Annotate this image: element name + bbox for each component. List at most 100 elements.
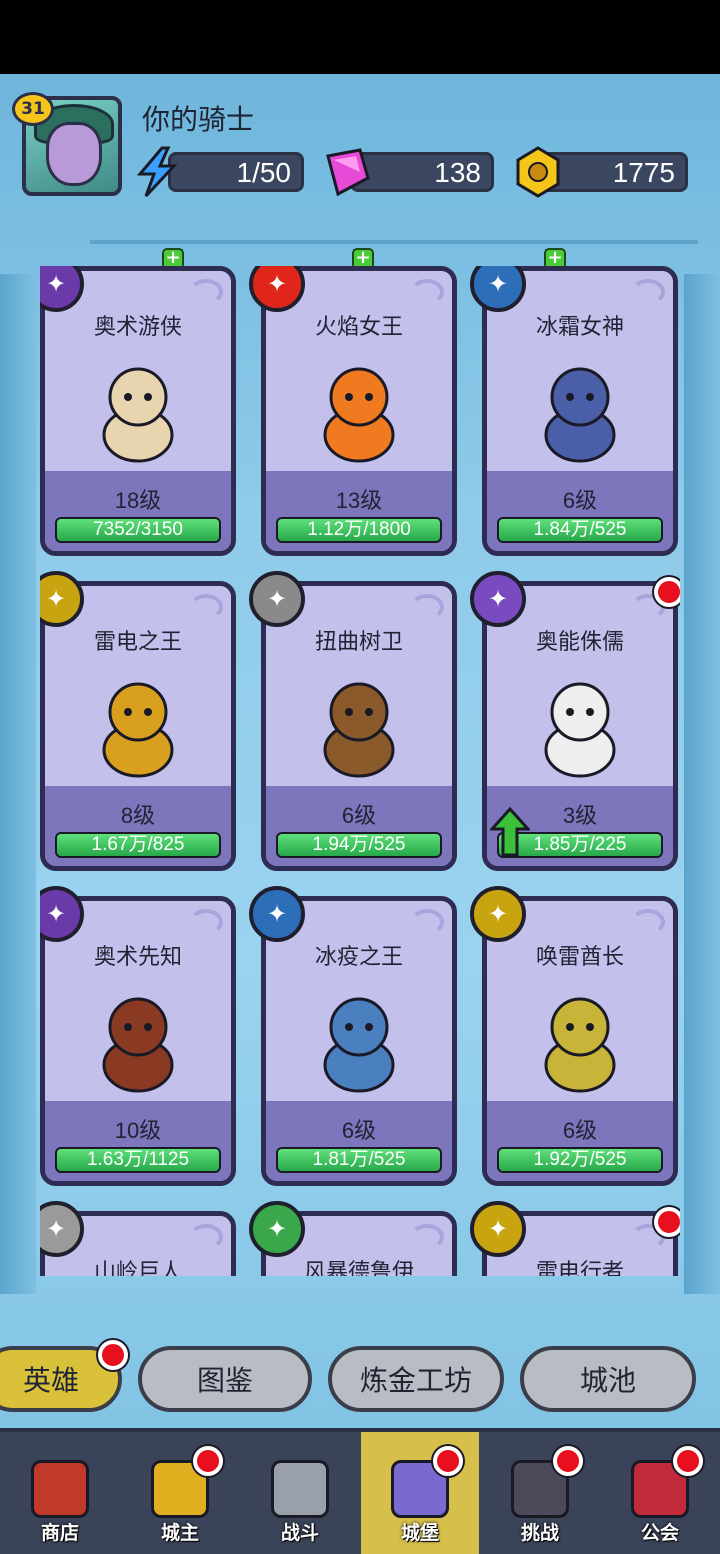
level-up-arrow-icon — [490, 807, 530, 857]
hero-shard-progress-bar: 1.81万/525 — [276, 1147, 442, 1173]
nav-item-demon[interactable]: 挑战 — [481, 1432, 599, 1554]
stone-icon: ✦ — [249, 571, 305, 627]
nav-label: 商店 — [40, 1523, 79, 1544]
hero-level: 6级 — [562, 488, 598, 513]
hero-card[interactable]: 唤雷酋长 6级 1.92万/525 — [482, 896, 678, 1186]
avatar-face — [46, 122, 102, 186]
ice-crystal-icon: ✦ — [249, 886, 305, 942]
gem-value: 138 — [434, 157, 481, 188]
hero-card[interactable]: 扭曲树卫 6级 1.94万/525 — [261, 581, 457, 871]
hero-shard-progress-text: 1.92万/525 — [533, 1149, 627, 1170]
hero-grid: 奥术游侠 18级 7352/3150 ✦ 火焰女王 13级 1.12万/1800… — [40, 266, 680, 1276]
hero-portrait-icon — [323, 367, 395, 463]
hero-portrait-icon — [544, 367, 616, 463]
tab-city[interactable]: 城池 — [520, 1346, 696, 1412]
tab-codex-label: 图鉴 — [196, 1365, 253, 1396]
left-pillar — [0, 274, 36, 1294]
header-divider — [90, 240, 698, 244]
swirl-ornament-icon — [410, 279, 444, 305]
hero-portrait-icon — [102, 367, 174, 463]
hero-shard-progress-bar: 1.94万/525 — [276, 832, 442, 858]
gold-value: 1775 — [612, 157, 675, 188]
hero-portrait-icon — [323, 682, 395, 778]
nav-notification-dot — [193, 1446, 223, 1476]
tab-heroes-label: 英雄 — [22, 1365, 79, 1396]
bottom-navigation: 商店 城主 战斗 城堡 挑战 公会 — [0, 1428, 720, 1554]
crossed-swords-icon — [271, 1460, 329, 1518]
hero-level: 6级 — [341, 1118, 377, 1143]
hero-notification-dot — [654, 1207, 680, 1237]
swirl-ornament-icon — [410, 594, 444, 620]
hero-name: 唤雷酋长 — [535, 944, 624, 969]
hero-portrait-icon — [544, 997, 616, 1093]
hero-portrait-icon — [544, 682, 616, 778]
hero-portrait-icon — [102, 997, 174, 1093]
nav-notification-dot — [433, 1446, 463, 1476]
hero-level: 13级 — [335, 488, 383, 513]
hero-shard-progress-text: 1.94万/525 — [312, 834, 406, 855]
hero-shard-progress-bar: 1.12万/1800 — [276, 517, 442, 543]
nav-label: 公会 — [640, 1523, 679, 1544]
gem-icon — [326, 148, 370, 197]
hero-name: 奥术游侠 — [93, 314, 182, 339]
player-level-badge: 31 — [12, 92, 54, 126]
castle-screen: 31 你的骑士 1/50 + 138 + 1775 + 奥术游侠 18级 735… — [0, 74, 720, 1554]
hero-level: 18级 — [114, 488, 162, 513]
right-pillar — [684, 274, 720, 1294]
wind-icon: ✦ — [249, 1201, 305, 1257]
hero-card[interactable]: 雷电之王 8级 1.67万/825 — [40, 581, 236, 871]
hero-card[interactable]: 奥术先知 10级 1.63万/1125 — [40, 896, 236, 1186]
hero-shard-progress-bar: 1.92万/525 — [497, 1147, 663, 1173]
hero-card[interactable]: 火焰女王 13级 1.12万/1800 — [261, 266, 457, 556]
hero-name: 扭曲树卫 — [314, 629, 403, 654]
hero-name: 风暴德鲁伊 — [303, 1259, 414, 1276]
tab-alchemy-label: 炼金工坊 — [359, 1365, 472, 1396]
tab-heroes-notification-dot — [98, 1340, 128, 1370]
energy-value: 1/50 — [236, 157, 292, 188]
nav-item-guild-banner[interactable]: 公会 — [601, 1432, 719, 1554]
nav-label: 城堡 — [400, 1523, 439, 1544]
hero-name: 火焰女王 — [314, 314, 403, 339]
lightning-icon: ✦ — [470, 886, 526, 942]
hero-level: 10级 — [114, 1118, 162, 1143]
hero-shard-progress-text: 1.84万/525 — [533, 519, 627, 540]
hero-name: 雷电之王 — [93, 629, 182, 654]
hero-card[interactable]: 冰霜女神 6级 1.84万/525 — [482, 266, 678, 556]
hero-name: 冰霜女神 — [535, 314, 624, 339]
hero-name: 雷电行者 — [535, 1259, 624, 1276]
hero-portrait-icon — [323, 997, 395, 1093]
hero-level: 6级 — [562, 1118, 598, 1143]
swirl-ornament-icon — [189, 279, 223, 305]
nav-label: 城主 — [160, 1523, 199, 1544]
nav-notification-dot — [673, 1446, 703, 1476]
nav-item-castle[interactable]: 城堡 — [361, 1432, 479, 1554]
tab-codex[interactable]: 图鉴 — [138, 1346, 312, 1412]
hero-shard-progress-bar: 1.63万/1125 — [55, 1147, 221, 1173]
tab-city-label: 城池 — [579, 1365, 636, 1396]
hero-notification-dot — [654, 577, 680, 607]
hero-level: 6级 — [341, 803, 377, 828]
lightning-icon: ✦ — [470, 1201, 526, 1257]
hero-card[interactable]: 奥术游侠 18级 7352/3150 — [40, 266, 236, 556]
swirl-ornament-icon — [410, 1224, 444, 1250]
hero-name: 冰疫之王 — [314, 944, 403, 969]
hero-name: 奥能侏儒 — [535, 629, 624, 654]
hero-shard-progress-bar: 7352/3150 — [55, 517, 221, 543]
hero-name: 奥术先知 — [93, 944, 182, 969]
hero-level: 8级 — [120, 803, 156, 828]
hero-shard-progress-text: 1.81万/525 — [312, 1149, 406, 1170]
hero-name: 山岭巨人 — [93, 1259, 182, 1276]
arcane-claw-icon: ✦ — [470, 571, 526, 627]
swirl-ornament-icon — [631, 279, 665, 305]
lightning-icon — [136, 146, 178, 198]
hero-card[interactable]: 冰疫之王 6级 1.81万/525 — [261, 896, 457, 1186]
nav-item-crown[interactable]: 城主 — [121, 1432, 239, 1554]
tab-alchemy-workshop[interactable]: 炼金工坊 — [328, 1346, 504, 1412]
energy-counter: 1/50 — [168, 152, 304, 192]
nav-item-shop[interactable]: 商店 — [1, 1432, 119, 1554]
nav-item-crossed-swords[interactable]: 战斗 — [241, 1432, 359, 1554]
player-name: 你的骑士 — [142, 104, 255, 135]
swirl-ornament-icon — [631, 909, 665, 935]
swirl-ornament-icon — [189, 909, 223, 935]
shop-icon — [31, 1460, 89, 1518]
